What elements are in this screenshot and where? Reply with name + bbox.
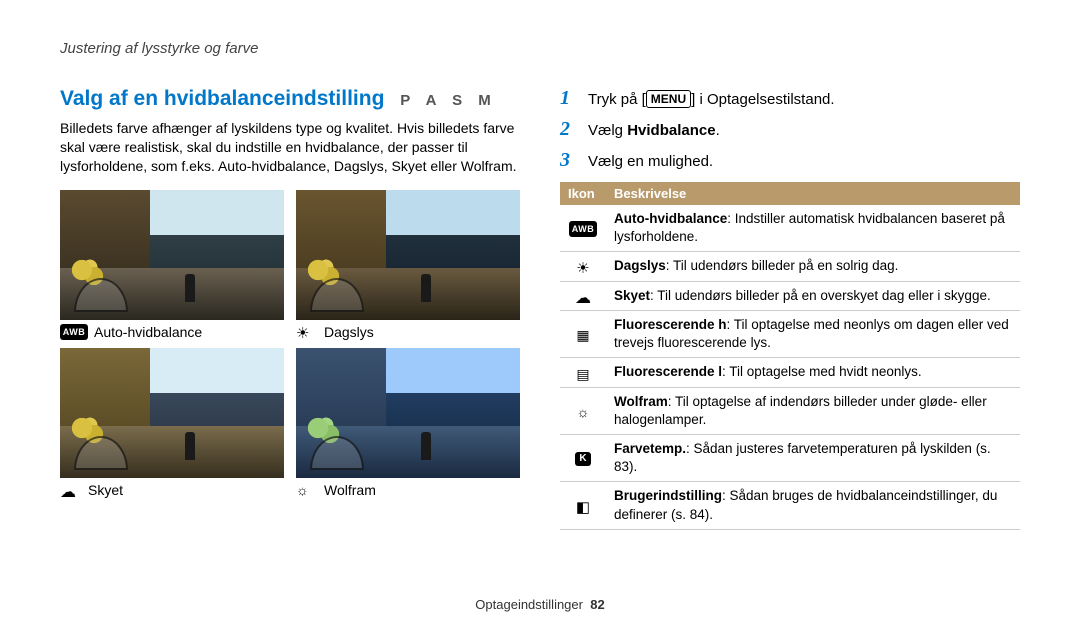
table-header-icon: Ikon bbox=[560, 182, 606, 205]
page-footer: Optageindstillinger 82 bbox=[0, 597, 1080, 612]
row-cloud-desc: : Til udendørs billeder på en overskyet … bbox=[650, 288, 991, 303]
table-row: Fluorescerende l: Til optagelse med hvid… bbox=[560, 358, 1020, 387]
row-k-name: Farvetemp. bbox=[614, 441, 686, 456]
awb-icon: AWB bbox=[60, 324, 88, 340]
row-tung-desc: : Til optagelse af indendørs billeder un… bbox=[614, 394, 987, 427]
step-1-text-a: Tryk på [ bbox=[588, 91, 646, 108]
table-row: K Farvetemp.: Sådan justeres farvetemper… bbox=[560, 434, 1020, 481]
table-row: Brugerindstilling: Sådan bruges de hvidb… bbox=[560, 482, 1020, 529]
sun-icon bbox=[296, 324, 318, 340]
step-number: 1 bbox=[560, 87, 578, 110]
right-column: 1 Tryk på [MENU] i Optagelsestilstand. 2… bbox=[560, 87, 1020, 530]
row-awb-name: Auto-hvidbalance bbox=[614, 211, 727, 226]
row-cust-name: Brugerindstilling bbox=[614, 488, 722, 503]
row-fluoH-name: Fluorescerende h bbox=[614, 317, 727, 332]
thumb-cloudy-label: Skyet bbox=[88, 482, 123, 498]
thumb-cloudy: Skyet bbox=[60, 348, 284, 498]
row-fluoL-desc: : Til optagelse med hvidt neonlys. bbox=[722, 364, 922, 379]
fluorescent-h-icon bbox=[572, 326, 594, 342]
step-2-text-c: . bbox=[716, 122, 720, 139]
thumb-awb-label: Auto-hvidbalance bbox=[94, 324, 202, 340]
row-day-desc: : Til udendørs billeder på en solrig dag… bbox=[666, 258, 899, 273]
table-row: Dagslys: Til udendørs billeder på en sol… bbox=[560, 252, 1020, 281]
thumb-tungsten-label: Wolfram bbox=[324, 482, 376, 498]
step-1-text-b: ] i Optagelsestilstand. bbox=[691, 91, 834, 108]
step-2-text-a: Vælg bbox=[588, 122, 627, 139]
custom-wb-icon bbox=[572, 498, 594, 514]
table-row: Skyet: Til udendørs billeder på en overs… bbox=[560, 281, 1020, 310]
section-heading: Valg af en hvidbalanceindstilling bbox=[60, 87, 384, 110]
table-header-desc: Beskrivelse bbox=[606, 182, 1020, 205]
table-row: AWB Auto-hvidbalance: Indstiller automat… bbox=[560, 205, 1020, 252]
footer-section: Optageindstillinger bbox=[475, 597, 583, 612]
table-row: Fluorescerende h: Til optagelse med neon… bbox=[560, 310, 1020, 357]
sun-icon bbox=[572, 259, 594, 275]
row-fluoL-name: Fluorescerende l bbox=[614, 364, 722, 379]
step-2-bold: Hvidbalance bbox=[627, 122, 715, 139]
thumb-tungsten: Wolfram bbox=[296, 348, 520, 498]
cloud-icon bbox=[60, 482, 82, 498]
step-number: 2 bbox=[560, 118, 578, 141]
row-cloud-name: Skyet bbox=[614, 288, 650, 303]
table-row: Wolfram: Til optagelse af indendørs bill… bbox=[560, 387, 1020, 434]
footer-page: 82 bbox=[590, 597, 604, 612]
awb-icon: AWB bbox=[569, 221, 597, 237]
menu-key-icon: MENU bbox=[646, 90, 691, 108]
step-3: 3 Vælg en mulighed. bbox=[560, 149, 1020, 172]
row-day-name: Dagslys bbox=[614, 258, 666, 273]
step-3-text: Vælg en mulighed. bbox=[588, 151, 713, 172]
bulb-icon bbox=[296, 482, 318, 498]
thumb-daylight: Dagslys bbox=[296, 190, 520, 340]
row-tung-name: Wolfram bbox=[614, 394, 668, 409]
left-column: Valg af en hvidbalanceindstilling P A S … bbox=[60, 87, 520, 530]
bulb-icon bbox=[572, 403, 594, 419]
thumb-awb: AWB Auto-hvidbalance bbox=[60, 190, 284, 340]
breadcrumb: Justering af lysstyrke og farve bbox=[60, 40, 1020, 57]
intro-text: Billedets farve afhænger af lyskildens t… bbox=[60, 119, 520, 176]
wb-options-table: Ikon Beskrivelse AWB Auto-hvidbalance: I… bbox=[560, 182, 1020, 530]
step-1: 1 Tryk på [MENU] i Optagelsestilstand. bbox=[560, 87, 1020, 110]
kelvin-icon: K bbox=[575, 452, 591, 466]
cloud-icon bbox=[572, 288, 594, 304]
step-2: 2 Vælg Hvidbalance. bbox=[560, 118, 1020, 141]
thumb-daylight-label: Dagslys bbox=[324, 324, 374, 340]
fluorescent-l-icon bbox=[572, 365, 594, 381]
mode-badges: P A S M bbox=[400, 92, 496, 109]
step-number: 3 bbox=[560, 149, 578, 172]
